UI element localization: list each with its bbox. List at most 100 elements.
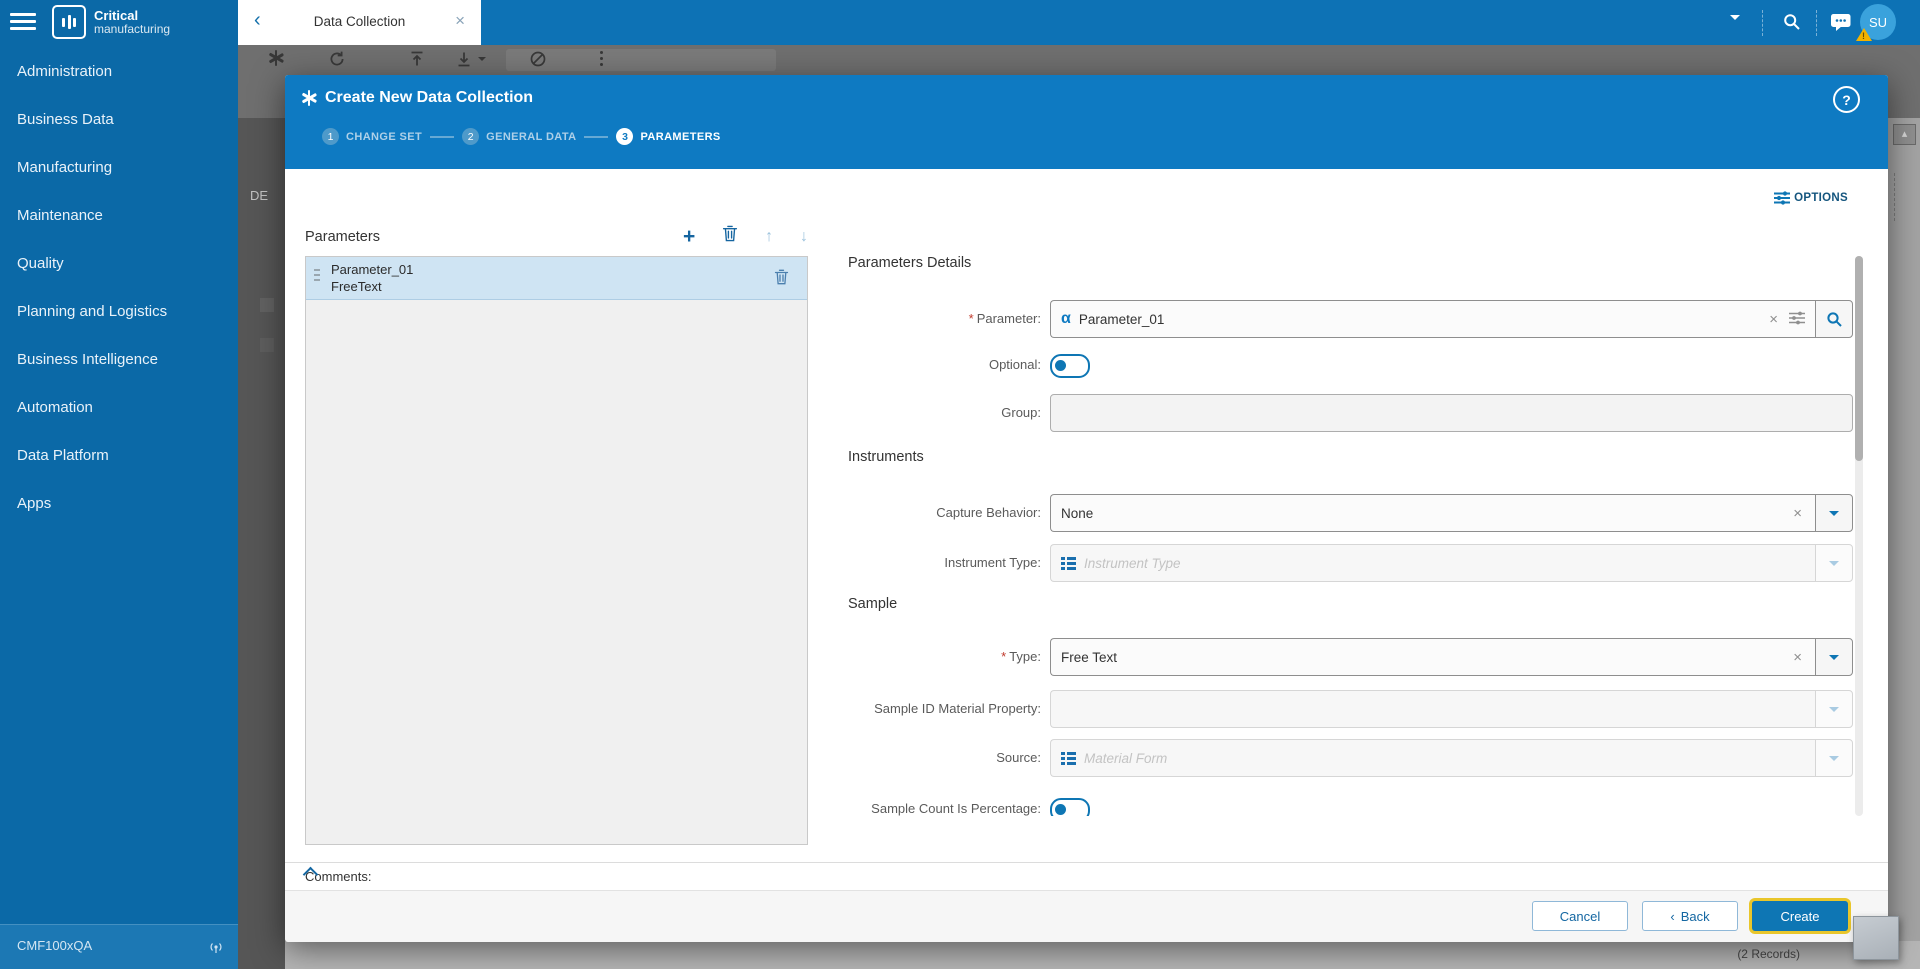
backdrop-left: DE <box>238 118 285 969</box>
menu-icon[interactable] <box>10 13 36 31</box>
help-icon[interactable]: ? <box>1833 86 1860 113</box>
app-screen: DE ▴ (2 Records) Critical manufacturing … <box>0 0 1920 969</box>
toolbar-export-icon[interactable] <box>455 50 473 73</box>
instrument-type-input: Instrument Type <box>1050 544 1815 582</box>
sidebar-item-automation[interactable]: Automation <box>0 384 238 432</box>
backdrop-icon-fragment <box>260 338 274 352</box>
move-down-button[interactable]: ↓ <box>800 227 808 247</box>
toolbar-disable-icon[interactable] <box>529 50 547 73</box>
clear-icon[interactable]: × <box>1766 311 1781 328</box>
environment-badge[interactable]: CMF100xQA <box>0 924 238 969</box>
type-input[interactable]: Free Text × <box>1050 638 1815 676</box>
type-value: Free Text <box>1061 649 1118 665</box>
toolbar-import-icon[interactable] <box>408 50 426 73</box>
toolbar-export-caret-icon[interactable] <box>478 57 486 65</box>
step-label: CHANGE SET <box>346 130 423 143</box>
parameter-list-item[interactable]: Parameter_01 FreeText <box>306 257 807 300</box>
parameter-item-type: FreeText <box>331 279 382 294</box>
delete-parameter-button[interactable] <box>722 225 738 248</box>
back-chevron-icon: ‹ <box>1670 908 1675 924</box>
capture-behavior-row: Capture Behavior: None × <box>848 494 1853 532</box>
group-row: Group: <box>848 394 1853 432</box>
add-parameter-button[interactable]: + <box>683 226 695 247</box>
options-button[interactable]: OPTIONS <box>1774 191 1848 205</box>
drag-ghost-cube <box>1853 916 1899 960</box>
sidebar-item-business-data[interactable]: Business Data <box>0 96 238 144</box>
source-placeholder: Material Form <box>1084 750 1168 766</box>
backdrop-button-fragment: ▴ <box>1893 124 1916 145</box>
toolbar-new-icon[interactable] <box>268 50 284 66</box>
sidebar-item-business-intelligence[interactable]: Business Intelligence <box>0 336 238 384</box>
chevron-down-icon <box>1829 654 1839 665</box>
entity-list-icon <box>1061 556 1076 570</box>
tab-data-collection[interactable]: ‹ Data Collection × <box>238 0 481 45</box>
step-number: 2 <box>462 128 480 145</box>
capture-behavior-label: Capture Behavior: <box>936 505 1041 520</box>
options-label: OPTIONS <box>1794 192 1848 204</box>
step-change-set[interactable]: 1 CHANGE SET <box>322 128 422 145</box>
sample-id-row: Sample ID Material Property: <box>848 690 1853 728</box>
clear-icon[interactable]: × <box>1790 505 1805 522</box>
sidebar: Critical manufacturing Administration Bu… <box>0 0 238 969</box>
step-general-data[interactable]: 2 GENERAL DATA <box>462 128 576 145</box>
cancel-button[interactable]: Cancel <box>1532 901 1628 931</box>
toolbar-refresh-icon[interactable] <box>328 50 346 73</box>
drag-handle-icon[interactable] <box>314 269 320 284</box>
step-parameters[interactable]: 3 PARAMETERS <box>616 128 720 145</box>
sidebar-item-planning-logistics[interactable]: Planning and Logistics <box>0 288 238 336</box>
search-icon <box>1826 311 1842 327</box>
create-button[interactable]: Create <box>1752 901 1848 931</box>
brand-logo-icon <box>52 5 86 39</box>
step-connector <box>430 135 455 138</box>
instrument-type-row: Instrument Type: Instrument Type <box>848 544 1853 582</box>
parameters-list: Parameter_01 FreeText <box>305 256 808 845</box>
capture-behavior-input[interactable]: None × <box>1050 494 1815 532</box>
topbar-separator <box>1816 10 1817 36</box>
type-dropdown-button[interactable] <box>1815 638 1853 676</box>
optional-toggle[interactable] <box>1050 354 1090 378</box>
sidebar-item-administration[interactable]: Administration <box>0 48 238 96</box>
sidebar-item-manufacturing[interactable]: Manufacturing <box>0 144 238 192</box>
global-search-icon[interactable] <box>1782 12 1802 37</box>
brand-logo[interactable]: Critical manufacturing <box>52 5 170 39</box>
sidebar-item-apps[interactable]: Apps <box>0 480 238 528</box>
tabs-overflow-icon[interactable] <box>1730 15 1740 42</box>
sample-heading: Sample <box>848 596 898 612</box>
instrument-type-dropdown-button <box>1815 544 1853 582</box>
dialog-footer: Cancel ‹ Back Create <box>285 890 1888 942</box>
clear-icon[interactable]: × <box>1790 649 1805 666</box>
messages-icon[interactable] <box>1830 13 1852 37</box>
type-row: * Type: Free Text × <box>848 638 1853 676</box>
alpha-type-icon: α <box>1061 310 1071 327</box>
backdrop-icon-fragment <box>260 298 274 312</box>
toolbar-more-icon[interactable] <box>600 51 603 66</box>
backdrop-text-fragment: DE <box>250 188 269 203</box>
source-input: Material Form <box>1050 739 1815 777</box>
comments-bar[interactable]: Comments: <box>285 862 1888 891</box>
back-button[interactable]: ‹ Back <box>1642 901 1738 931</box>
filter-icon[interactable] <box>1789 311 1805 328</box>
dialog-header: Create New Data Collection ? 1 CHANGE SE… <box>285 75 1888 169</box>
sidebar-item-quality[interactable]: Quality <box>0 240 238 288</box>
parameter-value: Parameter_01 <box>1078 311 1165 327</box>
group-input[interactable] <box>1050 394 1853 432</box>
tab-close-icon[interactable]: × <box>455 11 465 31</box>
brand-name: Critical <box>94 7 139 23</box>
instrument-type-label: Instrument Type: <box>944 555 1041 570</box>
move-up-button[interactable]: ↑ <box>765 227 773 247</box>
backdrop-bottom: (2 Records) <box>285 941 1920 969</box>
backdrop-grid-edge <box>1894 173 1895 221</box>
sidebar-item-maintenance[interactable]: Maintenance <box>0 192 238 240</box>
parameter-search-button[interactable] <box>1815 300 1853 338</box>
sidebar-item-data-platform[interactable]: Data Platform <box>0 432 238 480</box>
new-item-icon <box>301 90 317 106</box>
source-label: Source: <box>996 750 1041 765</box>
parameter-label: * Parameter: <box>968 311 1041 326</box>
row-delete-icon[interactable] <box>774 269 789 290</box>
parameter-item-name: Parameter_01 <box>331 262 414 277</box>
capture-behavior-dropdown-button[interactable] <box>1815 494 1853 532</box>
scrollbar-thumb[interactable] <box>1855 256 1863 461</box>
details-clip-edge <box>835 816 1870 862</box>
parameter-input[interactable]: α Parameter_01 × <box>1050 300 1815 338</box>
chevron-down-icon <box>1829 706 1839 717</box>
